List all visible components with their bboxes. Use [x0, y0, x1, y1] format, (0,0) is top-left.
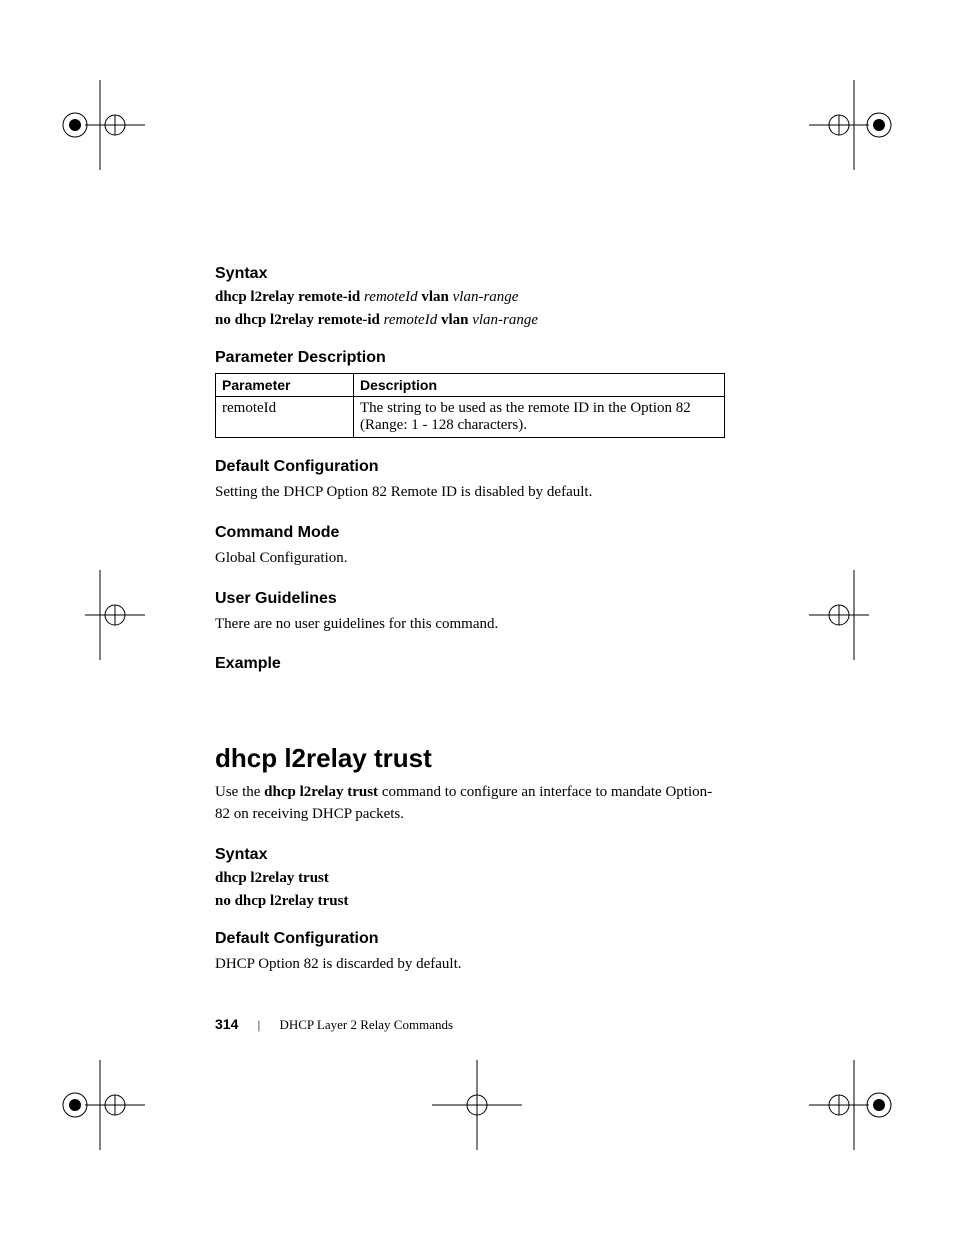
syntax2-line-1: dhcp l2relay trust: [215, 870, 725, 887]
text-default-configuration-2: DHCP Option 82 is discarded by default.: [215, 954, 725, 976]
text-user-guidelines: There are no user guidelines for this co…: [215, 614, 725, 636]
crop-mark-icon: [55, 1060, 145, 1150]
heading-command-mode: Command Mode: [215, 524, 725, 542]
syntax2-italic2: vlan-range: [472, 312, 538, 328]
table-header-parameter: Parameter: [216, 374, 354, 397]
syntax1-italic2: vlan-range: [453, 289, 519, 305]
intro-bold: dhcp l2relay trust: [264, 784, 378, 800]
table-header-description: Description: [354, 374, 725, 397]
crop-mark-icon: [55, 570, 145, 660]
syntax-line-1: dhcp l2relay remote-id remoteId vlan vla…: [215, 289, 725, 306]
footer-separator: |: [258, 1017, 261, 1033]
syntax1-bold1: dhcp l2relay remote-id: [215, 289, 364, 305]
syntax2-italic1: remoteId: [384, 312, 438, 328]
heading-syntax-1: Syntax: [215, 265, 725, 283]
crop-mark-icon: [809, 1060, 899, 1150]
syntax1-bold2: vlan: [418, 289, 453, 305]
table-cell-parameter: remoteId: [216, 397, 354, 438]
footer-chapter: DHCP Layer 2 Relay Commands: [279, 1017, 453, 1032]
heading-syntax-2: Syntax: [215, 846, 725, 864]
heading-parameter-description: Parameter Description: [215, 349, 725, 367]
heading-default-configuration-2: Default Configuration: [215, 930, 725, 948]
crop-mark-icon: [809, 80, 899, 170]
text-default-configuration-1: Setting the DHCP Option 82 Remote ID is …: [215, 482, 725, 504]
page-content: Syntax dhcp l2relay remote-id remoteId v…: [215, 265, 725, 980]
page-number: 314: [215, 1016, 238, 1032]
table-header-row: Parameter Description: [216, 374, 725, 397]
heading-example: Example: [215, 655, 725, 673]
syntax2-bold2: vlan: [437, 312, 472, 328]
crop-mark-icon: [55, 80, 145, 170]
heading-user-guidelines: User Guidelines: [215, 590, 725, 608]
table-row: remoteId The string to be used as the re…: [216, 397, 725, 438]
syntax2-line2-text: no dhcp l2relay trust: [215, 893, 348, 909]
heading-default-configuration-1: Default Configuration: [215, 458, 725, 476]
crop-mark-icon: [809, 570, 899, 660]
syntax-line-2: no dhcp l2relay remote-id remoteId vlan …: [215, 312, 725, 329]
intro-pre: Use the: [215, 784, 264, 800]
text-command-mode: Global Configuration.: [215, 548, 725, 570]
syntax2-line1-text: dhcp l2relay trust: [215, 870, 329, 886]
table-cell-description: The string to be used as the remote ID i…: [354, 397, 725, 438]
page-footer: 314 | DHCP Layer 2 Relay Commands: [215, 1016, 453, 1033]
syntax2-line-2: no dhcp l2relay trust: [215, 893, 725, 910]
syntax1-italic1: remoteId: [364, 289, 418, 305]
command-title: dhcp l2relay trust: [215, 743, 725, 774]
parameter-table: Parameter Description remoteId The strin…: [215, 373, 725, 438]
syntax2-bold1: no dhcp l2relay remote-id: [215, 312, 384, 328]
crop-mark-icon: [432, 1060, 522, 1150]
command-intro: Use the dhcp l2relay trust command to co…: [215, 782, 725, 826]
